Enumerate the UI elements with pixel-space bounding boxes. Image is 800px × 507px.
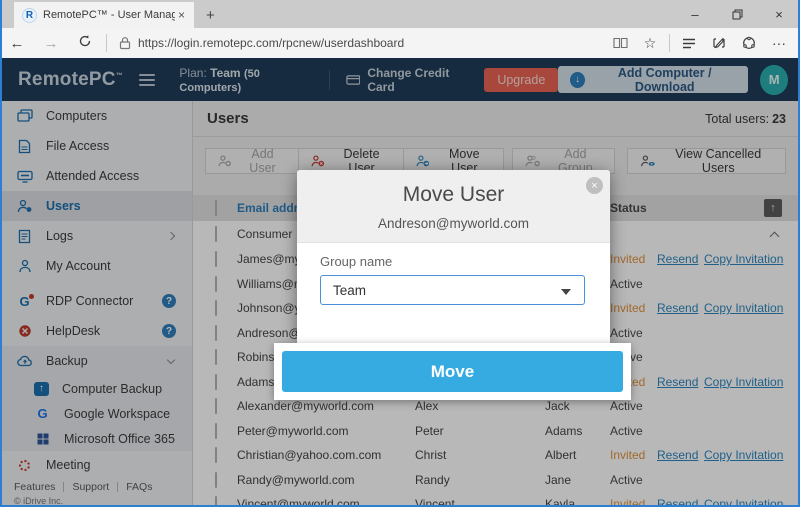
restore-button[interactable] xyxy=(716,0,758,28)
modal-title: Move User xyxy=(297,170,610,207)
address-bar[interactable]: https://login.remotepc.com/rpcnew/userda… xyxy=(111,31,605,55)
new-tab-button[interactable]: + xyxy=(194,2,227,28)
more-icon[interactable]: ··· xyxy=(764,29,794,57)
navbar-divider xyxy=(669,34,670,52)
dropdown-caret-icon xyxy=(561,289,571,295)
reading-view-icon[interactable] xyxy=(605,29,635,57)
browser-navbar: ← → https://login.remotepc.com/rpcnew/us… xyxy=(0,28,800,58)
refresh-icon[interactable] xyxy=(68,34,102,52)
window-controls: – × xyxy=(674,0,800,28)
forward-icon[interactable]: → xyxy=(34,35,68,52)
group-name-select[interactable]: Team xyxy=(320,275,585,305)
browser-window: R RemotePC™ - User Management × + – × ← … xyxy=(0,0,800,507)
lock-icon xyxy=(119,36,131,50)
browser-tab[interactable]: R RemotePC™ - User Management × xyxy=(14,2,194,28)
modal-header: Move User Andreson@myworld.com × xyxy=(297,170,610,243)
web-note-icon[interactable] xyxy=(704,29,734,57)
back-icon[interactable]: ← xyxy=(0,35,34,52)
share-icon[interactable] xyxy=(734,29,764,57)
group-name-value: Team xyxy=(333,283,366,298)
modal-footer: Move xyxy=(274,343,631,400)
modal-close-icon[interactable]: × xyxy=(586,177,603,194)
page-viewport: RemotePC™ Plan: Team (50 Computers) Chan… xyxy=(0,58,800,507)
favorites-star-icon[interactable]: ☆ xyxy=(635,29,665,57)
tab-title: RemotePC™ - User Management xyxy=(43,9,175,21)
tab-close-icon[interactable]: × xyxy=(175,8,188,22)
minimize-button[interactable]: – xyxy=(674,0,716,28)
browser-tab-bar: R RemotePC™ - User Management × + – × xyxy=(0,0,800,28)
move-button[interactable]: Move xyxy=(282,351,623,392)
move-user-modal: Move User Andreson@myworld.com × Group n… xyxy=(297,170,610,343)
remotepc-favicon: R xyxy=(22,8,37,23)
modal-body: Group name Team xyxy=(297,243,610,305)
navbar-divider xyxy=(106,34,107,52)
hub-icon[interactable] xyxy=(674,29,704,57)
navbar-icons: ☆ ··· xyxy=(605,29,794,57)
group-name-label: Group name xyxy=(320,254,587,269)
modal-user-email: Andreson@myworld.com xyxy=(297,216,610,231)
close-button[interactable]: × xyxy=(758,0,800,28)
url-text[interactable]: https://login.remotepc.com/rpcnew/userda… xyxy=(138,36,404,50)
